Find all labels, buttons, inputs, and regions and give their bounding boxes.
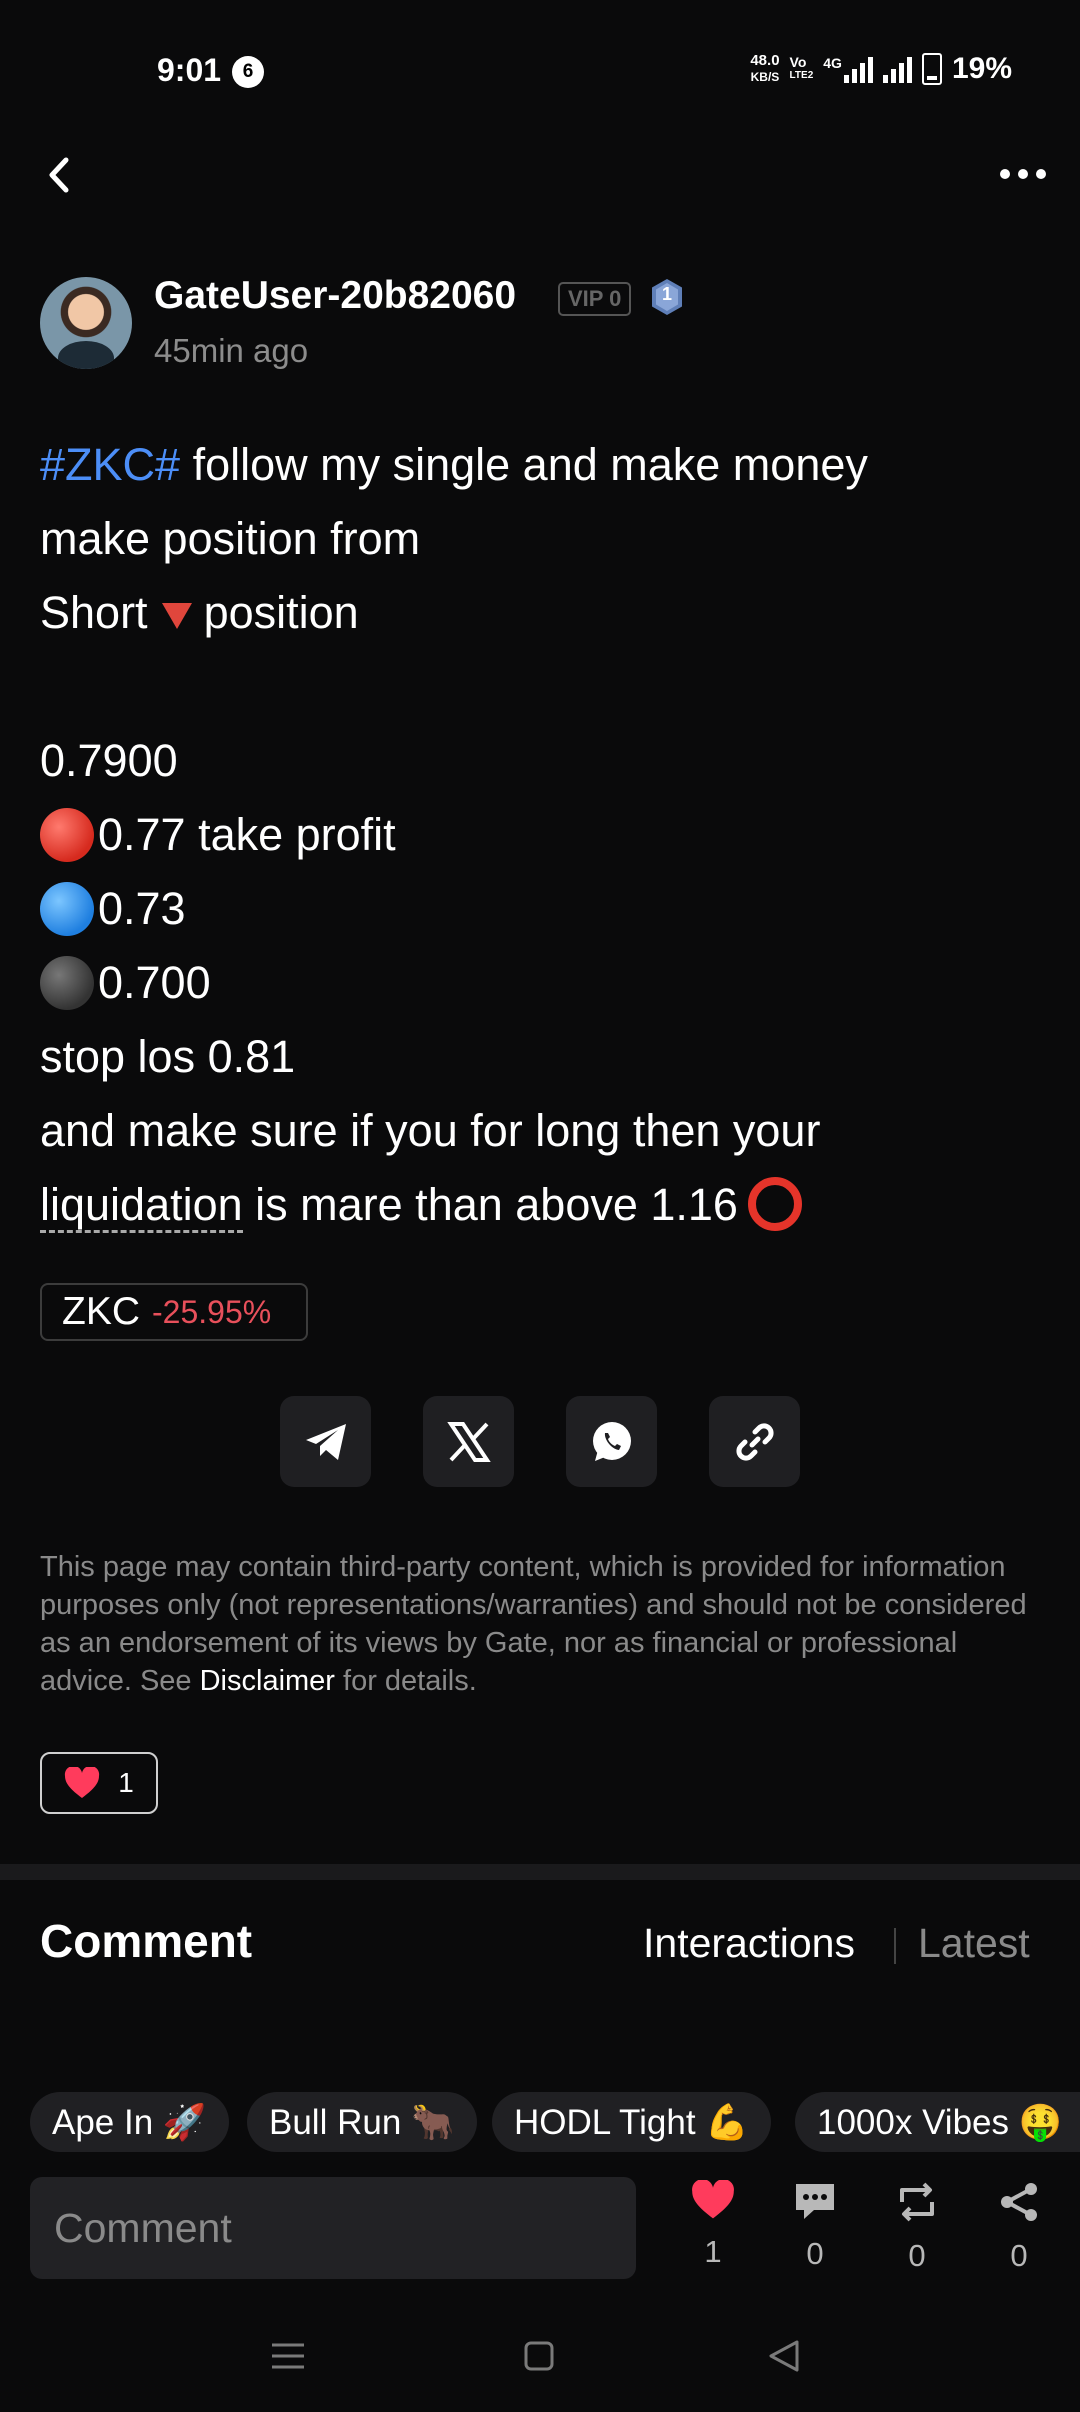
system-home-button[interactable] xyxy=(519,2336,559,2376)
menu-icon xyxy=(272,2343,304,2369)
network-speed: 48.0 KB/S xyxy=(750,52,780,85)
battery-percent: 19% xyxy=(951,52,1012,85)
post-text: make position from xyxy=(40,513,421,564)
system-menu-button[interactable] xyxy=(268,2336,308,2376)
tab-interactions[interactable]: Interactions xyxy=(643,1920,855,1967)
disclaimer-link[interactable]: Disclaimer xyxy=(200,1665,335,1697)
black-circle-icon xyxy=(40,956,94,1011)
comment-title: Comment xyxy=(40,1915,253,1967)
battery-icon xyxy=(921,53,942,85)
share-telegram-button[interactable] xyxy=(280,1396,371,1487)
telegram-icon xyxy=(305,1423,346,1460)
share-icon xyxy=(1001,2183,1037,2221)
link-icon xyxy=(735,1422,774,1461)
reaction-chip[interactable]: Bull Run 🐂 xyxy=(247,2092,477,2152)
system-back-button[interactable] xyxy=(764,2336,804,2376)
more-dot-icon xyxy=(1000,169,1010,179)
reaction-chip[interactable]: Ape In 🚀 xyxy=(30,2092,229,2152)
copy-link-button[interactable] xyxy=(709,1396,800,1487)
repost-icon xyxy=(900,2182,934,2222)
reaction-chip[interactable]: 1000x Vibes 🤑 xyxy=(795,2092,1080,2152)
notification-count-badge: 6 xyxy=(232,56,264,88)
like-action-count: 1 xyxy=(704,2234,722,2269)
hashtag-link[interactable]: #ZKC# xyxy=(40,439,180,490)
share-whatsapp-button[interactable] xyxy=(566,1396,657,1487)
reaction-chip[interactable]: HODL Tight 💪 xyxy=(492,2092,771,2152)
more-options-button[interactable] xyxy=(1000,162,1046,186)
ticker-change: -25.95% xyxy=(152,1293,272,1330)
back-button[interactable] xyxy=(40,150,80,200)
post-text: and make sure if you for long then your xyxy=(40,1105,821,1156)
ticker-symbol: ZKC xyxy=(62,1290,140,1333)
liquidation-term[interactable]: liquidation xyxy=(40,1179,243,1233)
avatar[interactable] xyxy=(40,277,132,369)
share-action-button[interactable]: 0 xyxy=(983,2180,1055,2274)
stop-loss-text: stop los 0.81 xyxy=(40,1031,296,1082)
level-badge-icon: 1 xyxy=(650,278,684,316)
post-time: 45min ago xyxy=(154,332,309,369)
chevron-left-icon xyxy=(49,157,69,193)
tab-latest[interactable]: Latest xyxy=(918,1920,1030,1967)
section-divider xyxy=(0,1864,1080,1880)
entry-price: 0.7900 xyxy=(40,735,178,786)
disclaimer-text: This page may contain third-party conten… xyxy=(40,1551,1027,1697)
like-action-button[interactable]: 1 xyxy=(677,2180,749,2270)
comment-action-button[interactable]: 0 xyxy=(779,2180,851,2272)
red-circle-icon xyxy=(40,808,94,863)
post-body: #ZKC# follow my single and make money ma… xyxy=(40,428,1040,1242)
signal-icon xyxy=(882,55,912,83)
heart-icon xyxy=(65,1767,100,1798)
hollow-red-circle-icon xyxy=(747,1177,802,1232)
x-icon xyxy=(446,1421,491,1462)
comment-action-count: 0 xyxy=(806,2236,824,2271)
tab-separator xyxy=(894,1928,896,1964)
back-triangle-icon xyxy=(769,2340,799,2372)
home-square-icon xyxy=(524,2341,554,2371)
repost-action-button[interactable]: 0 xyxy=(881,2180,953,2274)
vip-badge: VIP 0 xyxy=(558,282,632,316)
whatsapp-icon xyxy=(592,1421,631,1461)
red-triangle-icon xyxy=(161,603,192,630)
heart-icon xyxy=(692,2180,734,2219)
post-text: follow my single and make money xyxy=(180,439,868,490)
author-name[interactable]: GateUser-20b82060 xyxy=(154,274,516,318)
comment-bubble-icon xyxy=(796,2184,834,2219)
blue-circle-icon xyxy=(40,882,94,937)
status-icons: 48.0 KB/S Vo LTE2 4G 19% xyxy=(750,52,1012,86)
like-count: 1 xyxy=(118,1767,134,1798)
share-x-button[interactable] xyxy=(423,1396,514,1487)
signal-4g-icon: 4G xyxy=(823,55,873,83)
repost-action-count: 0 xyxy=(908,2238,926,2273)
share-action-count: 0 xyxy=(1010,2238,1028,2273)
like-button[interactable]: 1 xyxy=(40,1752,158,1814)
status-time: 9:01 xyxy=(157,52,222,88)
comment-input[interactable]: Comment xyxy=(30,2177,636,2279)
ticker-chip[interactable]: ZKC -25.95% xyxy=(40,1283,308,1341)
volte-icon: Vo LTE2 xyxy=(789,54,814,81)
